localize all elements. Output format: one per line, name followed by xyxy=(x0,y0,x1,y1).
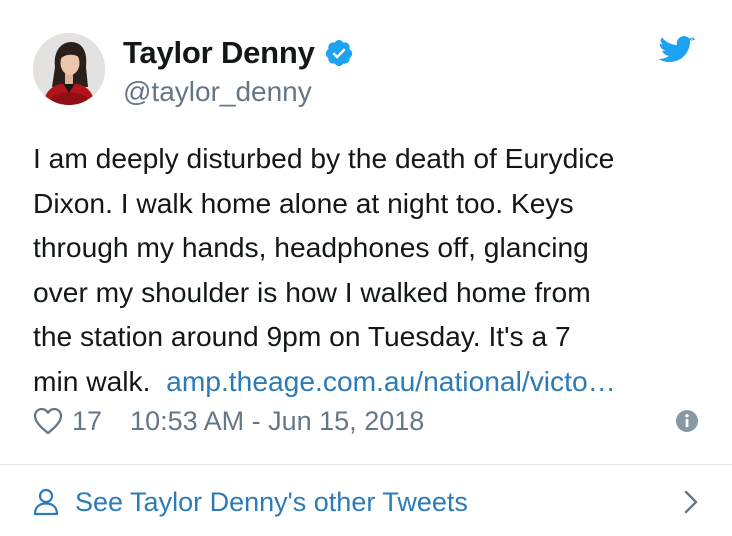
author-name-row: Taylor Denny xyxy=(123,34,354,72)
avatar-image xyxy=(33,33,105,105)
see-other-tweets-label: See Taylor Denny's other Tweets xyxy=(75,486,468,517)
avatar[interactable] xyxy=(33,33,105,105)
heart-outline-icon[interactable] xyxy=(33,407,63,435)
tweet-timestamp[interactable]: 10:53 AM - Jun 15, 2018 xyxy=(130,406,424,437)
twitter-bird-icon[interactable] xyxy=(658,36,696,66)
person-outline-icon xyxy=(33,488,59,516)
tweet-meta: 17 10:53 AM - Jun 15, 2018 xyxy=(33,400,699,442)
author-block: Taylor Denny @taylor_denny xyxy=(123,34,354,108)
tweet-text: I am deeply disturbed by the death of Eu… xyxy=(33,136,705,403)
info-circle-icon[interactable] xyxy=(675,409,699,433)
tweet-body: I am deeply disturbed by the death of Eu… xyxy=(33,142,615,397)
like-count[interactable]: 17 xyxy=(72,406,102,437)
author-handle[interactable]: @taylor_denny xyxy=(123,76,354,108)
chevron-right-icon[interactable] xyxy=(683,489,699,515)
footer-divider xyxy=(0,464,732,465)
author-name[interactable]: Taylor Denny xyxy=(123,35,315,71)
tweet-link[interactable]: amp.theage.com.au/national/victo… xyxy=(166,365,616,397)
tweet-card: Taylor Denny @taylor_denny I am deeply d… xyxy=(0,0,732,536)
verified-badge-icon xyxy=(324,38,354,68)
see-other-tweets-link[interactable]: See Taylor Denny's other Tweets xyxy=(33,482,699,522)
